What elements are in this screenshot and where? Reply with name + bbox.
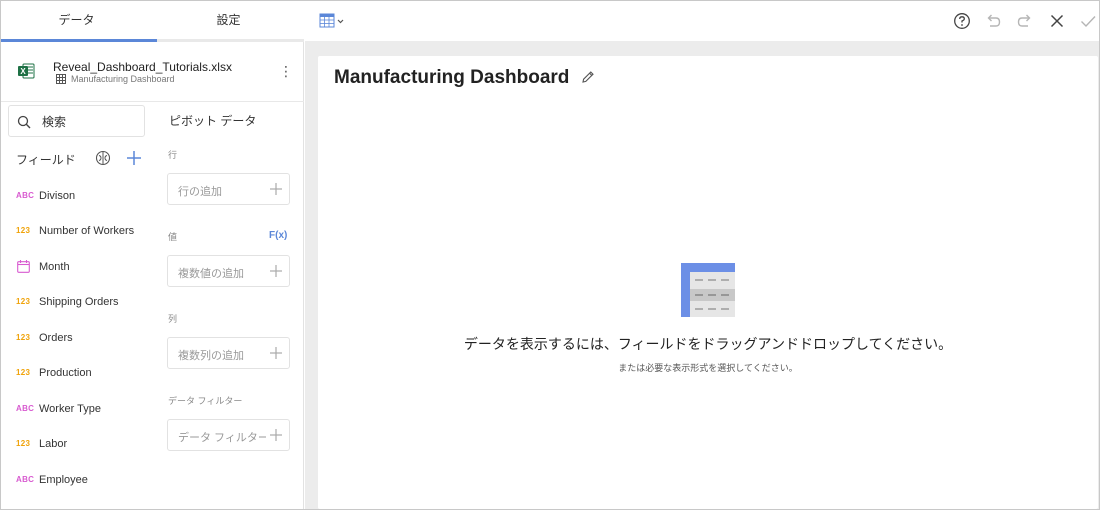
tab-settings[interactable]: 設定 [153, 1, 304, 39]
rows-drop-zone[interactable]: 行の追加 [167, 173, 290, 205]
data-editor-panel: データ 設定 X Reveal_Dashboard_Tutorials.xlsx… [1, 1, 304, 509]
number-type-icon: 123 [16, 226, 31, 235]
field-item-shipping-orders[interactable]: 123 Shipping Orders [1, 285, 161, 320]
field-label: Orders [39, 332, 73, 344]
datasource-file-name: Reveal_Dashboard_Tutorials.xlsx [53, 60, 232, 74]
field-label: Number of Workers [39, 225, 135, 237]
values-label: 値 [168, 232, 178, 242]
editor-toolbar [305, 1, 1099, 41]
values-placeholder: 複数値の追加 [178, 268, 244, 280]
panel-tabs: データ 設定 [1, 1, 304, 42]
calendar-icon [17, 260, 30, 273]
filters-label: データ フィルター [168, 396, 243, 406]
field-item-number-of-workers[interactable]: 123 Number of Workers [1, 214, 161, 249]
more-options-icon[interactable]: ⋮ [279, 64, 293, 80]
filters-drop-zone[interactable]: データ フィルター... [167, 419, 290, 451]
pivot-title: ピボット データ [169, 114, 257, 128]
rows-placeholder: 行の追加 [178, 186, 222, 198]
field-label: Labor [39, 438, 68, 450]
text-type-icon: ABC [16, 475, 35, 484]
excel-icon: X [18, 63, 35, 79]
text-type-icon: ABC [16, 404, 35, 413]
plus-icon [270, 347, 282, 359]
table-icon [56, 74, 66, 84]
number-type-icon: 123 [16, 333, 31, 342]
values-drop-zone[interactable]: 複数値の追加 [167, 255, 290, 287]
field-item-labor[interactable]: 123 Labor [1, 427, 161, 462]
field-item-worker-type[interactable]: ABC Worker Type [1, 392, 161, 427]
columns-placeholder: 複数列の追加 [178, 350, 244, 362]
fields-title: フィールド [16, 153, 76, 167]
columns-drop-zone[interactable]: 複数列の追加 [167, 337, 290, 369]
search-input[interactable] [42, 113, 142, 131]
tab-data[interactable]: データ [1, 1, 152, 39]
field-label: Shipping Orders [39, 296, 119, 308]
undo-icon[interactable] [984, 12, 1002, 30]
help-icon[interactable] [953, 12, 971, 30]
edit-pencil-icon[interactable] [581, 70, 595, 84]
datasource-header: X Reveal_Dashboard_Tutorials.xlsx Manufa… [1, 42, 304, 102]
number-type-icon: 123 [16, 439, 31, 448]
field-label: Production [39, 367, 92, 379]
columns-label: 列 [168, 314, 178, 324]
plus-icon [270, 429, 282, 441]
field-label: Employee [39, 474, 88, 486]
visualization-picker-icon[interactable] [319, 13, 347, 29]
field-label: Month [39, 261, 70, 273]
visualization-card: Manufacturing Dashboard データを表示するには、フィールド… [318, 56, 1098, 509]
field-search [8, 105, 145, 137]
field-item-employee[interactable]: ABC Employee [1, 463, 161, 498]
redo-icon[interactable] [1016, 12, 1034, 30]
search-icon [17, 115, 31, 129]
plus-icon [270, 183, 282, 195]
filters-placeholder: データ フィルター... [178, 432, 266, 444]
text-type-icon: ABC [16, 191, 35, 200]
datasource-sheet-name: Manufacturing Dashboard [71, 74, 175, 84]
field-label: Divison [39, 190, 76, 202]
empty-grid-illustration [681, 263, 735, 317]
dashboard-title: Manufacturing Dashboard [334, 67, 570, 88]
field-label: Worker Type [39, 403, 101, 415]
rows-label: 行 [168, 150, 178, 160]
field-item-orders[interactable]: 123 Orders [1, 321, 161, 356]
add-field-icon[interactable] [125, 149, 143, 167]
empty-state-subtext: または必要な表示形式を選択してください。 [618, 363, 798, 373]
close-icon[interactable] [1048, 12, 1066, 30]
plus-icon [270, 265, 282, 277]
number-type-icon: 123 [16, 368, 31, 377]
empty-state-message: データを表示するには、フィールドをドラッグアンドドロップしてください。 [463, 336, 953, 352]
svg-text:X: X [20, 67, 26, 76]
field-item-production[interactable]: 123 Production [1, 356, 161, 391]
field-item-month[interactable]: Month [1, 250, 161, 285]
number-type-icon: 123 [16, 297, 31, 306]
confirm-check-icon[interactable] [1079, 12, 1097, 30]
field-item-divison[interactable]: ABC Divison [1, 179, 161, 214]
formula-button[interactable]: F(x) [269, 230, 287, 241]
brain-icon[interactable] [95, 150, 111, 166]
